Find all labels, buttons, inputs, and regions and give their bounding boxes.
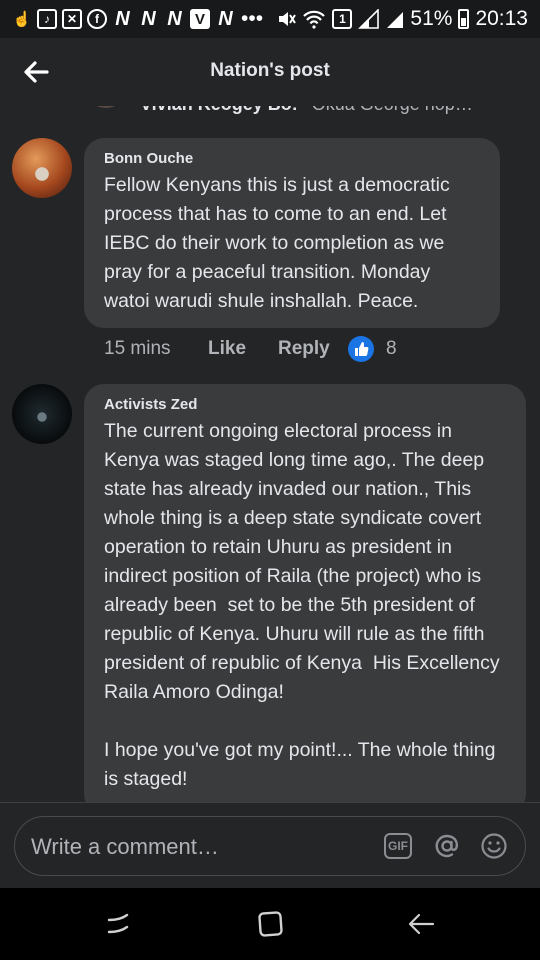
page-title: Nation's post — [210, 60, 330, 81]
n-app-icon: N — [167, 7, 182, 30]
more-notifications-icon: ••• — [241, 7, 264, 30]
mute-icon — [279, 12, 297, 26]
recents-icon — [107, 913, 129, 934]
like-button[interactable]: Like — [208, 338, 278, 360]
n-app-icon: N — [218, 7, 233, 30]
comment-bubble[interactable]: Bonn Ouche Fellow Kenyans this is just a… — [84, 138, 500, 328]
system-back-button[interactable] — [401, 906, 441, 942]
comment-input[interactable]: Write a comment… GIF — [14, 816, 526, 876]
battery-icon — [458, 9, 470, 29]
sim-badge-icon: 1 — [332, 9, 353, 29]
battery-percent: 51% — [410, 7, 453, 30]
comment-author[interactable]: Vivian Keogey Bo! — [140, 106, 298, 115]
recents-button[interactable] — [98, 906, 138, 942]
avatar[interactable] — [88, 106, 124, 108]
wifi-icon — [303, 10, 326, 29]
system-nav-bar — [0, 888, 540, 960]
comment-composer: Write a comment… GIF — [0, 803, 540, 888]
signal-icon-2 — [387, 12, 404, 28]
comment-text: The current ongoing electoral process in… — [104, 420, 500, 790]
comment-author[interactable]: Bonn Ouche — [104, 150, 480, 167]
comment-author[interactable]: Activists Zed — [104, 396, 506, 413]
x-box-icon: ✕ — [62, 9, 82, 29]
n-app-icon: N — [115, 7, 130, 30]
avatar[interactable] — [12, 384, 72, 444]
gif-icon[interactable]: GIF — [384, 833, 412, 859]
comment-bubble[interactable]: Activists Zed The current ongoing electo… — [84, 384, 526, 802]
status-bar: ☝ ♪ ✕ f N N N V N ••• 1 51% 20:13 — [0, 0, 540, 38]
thumbs-up-icon[interactable] — [348, 336, 374, 362]
touch-icon: ☝ — [12, 11, 32, 28]
comment-timestamp[interactable]: 15 mins — [104, 338, 208, 360]
comment-actions: 15 mins Like Reply 8 — [104, 336, 397, 362]
avatar[interactable] — [12, 138, 72, 198]
emoji-icon[interactable] — [478, 830, 510, 862]
back-chevron-icon — [408, 913, 435, 935]
app-header: Nation's post — [0, 38, 540, 106]
comment-placeholder: Write a comment… — [31, 834, 219, 859]
home-square-icon — [258, 911, 283, 937]
comment-preview-text: Okua George hop… — [312, 106, 473, 115]
reaction-count[interactable]: 8 — [386, 338, 397, 360]
reply-button[interactable]: Reply — [278, 338, 348, 360]
comment-text: Fellow Kenyans this is just a democratic… — [104, 174, 456, 312]
facebook-icon: f — [87, 9, 107, 29]
signal-icon — [358, 9, 380, 29]
n-app-icon: N — [141, 7, 156, 30]
v-app-icon: V — [190, 9, 210, 29]
previous-comment-preview[interactable]: Vivian Keogey Bo! Okua George hop… — [88, 106, 473, 115]
comments-list[interactable]: Vivian Keogey Bo! Okua George hop… Bonn … — [0, 106, 540, 802]
tiktok-icon: ♪ — [37, 9, 57, 29]
home-button[interactable] — [250, 906, 290, 942]
clock: 20:13 — [475, 7, 528, 30]
notification-icons: ☝ ♪ ✕ f N N N V N ••• — [12, 7, 276, 31]
mention-icon[interactable] — [431, 830, 463, 862]
